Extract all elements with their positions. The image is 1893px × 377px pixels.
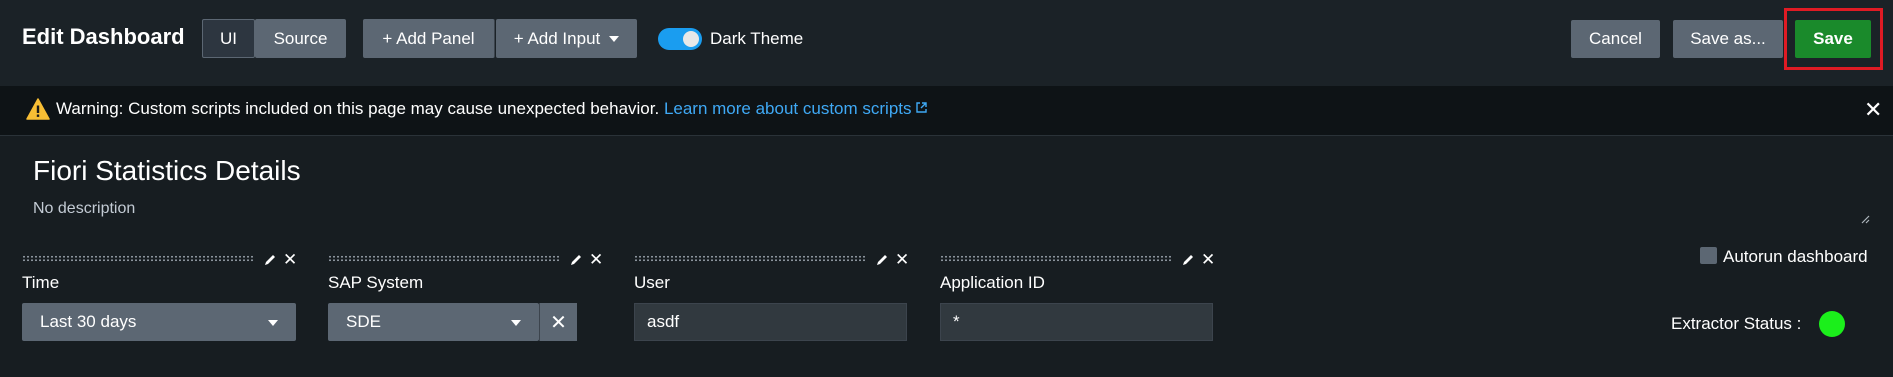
learn-more-link-text: Learn more about custom scripts: [663, 99, 912, 118]
page-title: Edit Dashboard: [22, 24, 185, 49]
input-label-application-id: Application ID: [940, 273, 1045, 292]
dark-theme-toggle[interactable]: [658, 28, 702, 50]
warning-triangle-icon: [26, 98, 50, 120]
time-dropdown[interactable]: Last 30 days: [22, 303, 296, 341]
toggle-knob: [683, 31, 699, 47]
autorun-label: Autorun dashboard: [1723, 247, 1868, 266]
close-icon: ✕: [550, 311, 567, 334]
edit-toolbar: Edit Dashboard UI Source + Add Panel + A…: [0, 0, 1893, 86]
user-input[interactable]: asdf: [634, 303, 907, 341]
time-dropdown-value: Last 30 days: [40, 312, 137, 331]
drag-handle[interactable]: [22, 255, 254, 262]
save-as-button[interactable]: Save as...: [1673, 20, 1783, 58]
warning-banner: Warning: Custom scripts included on this…: [0, 86, 1893, 136]
drag-handle[interactable]: [940, 255, 1172, 262]
tab-ui[interactable]: UI: [202, 19, 255, 58]
dashboard-description[interactable]: No description: [33, 200, 135, 218]
cancel-button[interactable]: Cancel: [1571, 20, 1660, 58]
dark-theme-label: Dark Theme: [710, 29, 804, 48]
input-label-sap-system: SAP System: [328, 273, 424, 292]
drag-handle[interactable]: [328, 255, 560, 262]
tab-source[interactable]: Source: [255, 19, 346, 58]
sap-system-value: SDE: [346, 312, 381, 331]
pencil-icon[interactable]: [569, 253, 583, 267]
status-indicator: [1819, 311, 1845, 337]
pencil-icon[interactable]: [263, 253, 277, 267]
warning-text: Warning: Custom scripts included on this…: [56, 99, 660, 118]
close-icon[interactable]: ✕: [895, 251, 909, 268]
add-panel-button[interactable]: + Add Panel: [363, 19, 495, 58]
chevron-down-icon: [609, 35, 620, 42]
autorun-checkbox[interactable]: [1700, 247, 1717, 264]
pencil-icon[interactable]: [875, 253, 889, 267]
resize-handle-icon[interactable]: [1860, 214, 1870, 224]
chevron-down-icon: [268, 320, 278, 326]
input-label-user: User: [634, 273, 670, 292]
learn-more-link[interactable]: Learn more about custom scripts: [664, 99, 927, 118]
clear-selection-button[interactable]: ✕: [539, 303, 577, 341]
close-icon[interactable]: ✕: [1201, 251, 1215, 268]
external-link-icon: [915, 102, 927, 113]
pencil-icon[interactable]: [1181, 253, 1195, 267]
input-label-time: Time: [22, 273, 60, 292]
add-input-label: + Add Input: [513, 28, 601, 48]
close-icon[interactable]: ✕: [589, 251, 603, 268]
sap-system-dropdown[interactable]: SDE: [328, 303, 539, 341]
warning-message: Warning: Custom scripts included on this…: [56, 99, 927, 119]
dashboard-title[interactable]: Fiori Statistics Details: [33, 155, 301, 187]
add-input-button[interactable]: + Add Input: [496, 19, 637, 58]
extractor-status-label: Extractor Status :: [1671, 314, 1802, 333]
close-icon[interactable]: ✕: [283, 251, 297, 268]
application-id-input[interactable]: *: [940, 303, 1213, 341]
chevron-down-icon: [511, 320, 521, 326]
drag-handle[interactable]: [634, 255, 866, 262]
close-icon[interactable]: ✕: [1864, 99, 1882, 121]
save-highlight-box: [1784, 8, 1883, 70]
